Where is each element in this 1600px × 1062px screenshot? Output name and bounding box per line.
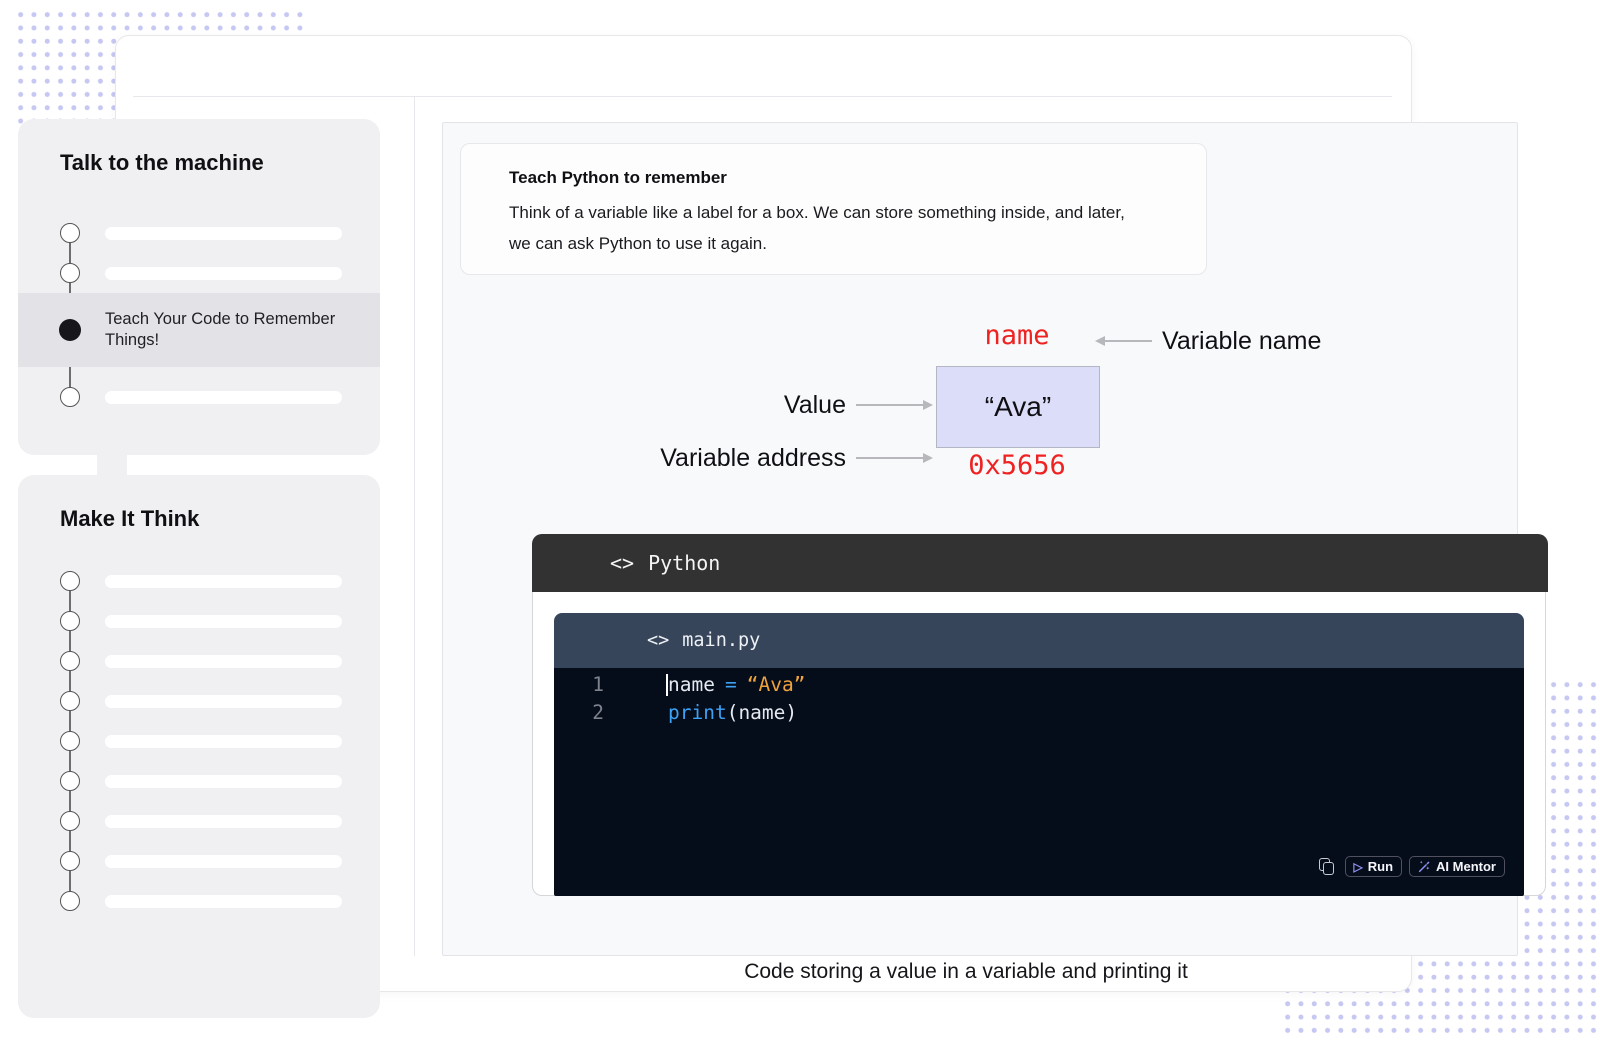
code-text: name = “Ava” [604, 671, 805, 699]
stepper-item-label: Teach Your Code to Remember Things! [105, 309, 350, 351]
sidebar-section-title: Make It Think [60, 506, 199, 532]
run-button-label: Run [1368, 859, 1393, 874]
step-circle-icon [60, 891, 80, 911]
stepper-placeholder-pill [105, 895, 342, 908]
stepper-placeholder-pill [105, 695, 342, 708]
ai-mentor-button-label: AI Mentor [1436, 859, 1496, 874]
copy-icon[interactable] [1319, 858, 1335, 876]
ai-mentor-button[interactable]: AI Mentor [1409, 856, 1505, 877]
step-circle-filled-icon [59, 319, 81, 341]
stepper-placeholder-pill [105, 267, 342, 280]
stepper-item[interactable] [18, 641, 380, 681]
stepper-placeholder-pill [105, 735, 342, 748]
play-icon: ▷ [1354, 861, 1363, 873]
stepper [18, 561, 380, 921]
token-string: “Ava” [747, 673, 806, 696]
step-circle-icon [60, 731, 80, 751]
lesson-card: Teach Python to remember Think of a vari… [460, 143, 1207, 275]
editor-file-name: main.py [682, 630, 760, 651]
step-circle-icon [60, 851, 80, 871]
step-circle-icon [60, 771, 80, 791]
stepper-item[interactable] [18, 761, 380, 801]
stepper-placeholder-pill [105, 575, 342, 588]
stepper-placeholder-pill [105, 855, 342, 868]
step-circle-icon [60, 263, 80, 283]
variable-address-label: Variable address [660, 444, 846, 473]
value-label: Value [784, 391, 846, 420]
stepper-item-active[interactable]: Teach Your Code to Remember Things! [18, 293, 380, 367]
stepper-item[interactable] [18, 377, 380, 417]
sidebar-section-talk-to-the-machine: Talk to the machine Teach Your Code to R… [18, 119, 380, 455]
step-circle-icon [60, 611, 80, 631]
token-arguments: (name) [727, 701, 797, 724]
sidebar-card-connector [97, 450, 127, 478]
editor-actions: ▷ Run AI Mentor [1319, 856, 1505, 877]
lesson-card-title: Teach Python to remember [509, 168, 1158, 188]
stepper-item[interactable] [18, 841, 380, 881]
lesson-card-body-line2: we can ask Python to use it again. [509, 228, 1158, 259]
line-number: 2 [554, 699, 604, 727]
stepper-item[interactable] [18, 253, 380, 293]
variable-address-text: 0x5656 [927, 450, 1107, 481]
variable-name-label: Variable name [1162, 327, 1321, 356]
figure-caption: Code storing a value in a variable and p… [414, 960, 1518, 984]
stepper-placeholder-pill [105, 655, 342, 668]
page: Teach Python to remember Think of a vari… [0, 0, 1600, 1062]
line-number: 1 [554, 671, 604, 699]
code-line: 2 print(name) [554, 699, 1524, 727]
variable-value-box: “Ava” [936, 366, 1100, 448]
step-circle-icon [60, 811, 80, 831]
stepper-placeholder-pill [105, 815, 342, 828]
code-text: print(name) [604, 699, 797, 727]
token-operator: = [725, 673, 737, 696]
stepper-item[interactable] [18, 213, 380, 253]
code-brackets-icon: <> [610, 551, 634, 575]
code-area[interactable]: 1 name = “Ava” 2 print(name) ▷ Run [554, 668, 1524, 896]
step-circle-icon [60, 571, 80, 591]
text-caret [666, 674, 668, 696]
window-header-divider [133, 96, 1392, 97]
code-brackets-icon: <> [647, 630, 669, 651]
stepper-placeholder-pill [105, 775, 342, 788]
step-circle-icon [60, 651, 80, 671]
sidebar-section-title: Talk to the machine [60, 150, 264, 176]
lesson-card-body-line1: Think of a variable like a label for a b… [509, 197, 1158, 228]
step-circle-icon [60, 223, 80, 243]
code-editor-card: <> Python <> main.py 1 name = “Ava” 2 prin… [532, 534, 1546, 896]
wand-icon [1418, 860, 1431, 873]
stepper-placeholder-pill [105, 615, 342, 628]
stepper-item[interactable] [18, 881, 380, 921]
value-arrow-icon [856, 404, 924, 406]
variable-name-arrow-icon [1104, 340, 1152, 342]
stepper-item[interactable] [18, 681, 380, 721]
address-arrow-icon [856, 457, 924, 459]
stepper-placeholder-pill [105, 227, 342, 240]
stepper-item[interactable] [18, 561, 380, 601]
sidebar-section-make-it-think: Make It Think [18, 475, 380, 1018]
stepper: Teach Your Code to Remember Things! [18, 213, 380, 417]
step-circle-icon [60, 387, 80, 407]
variable-name-text: name [927, 320, 1107, 351]
content-vertical-divider [414, 96, 415, 956]
variable-value-text: “Ava” [985, 391, 1051, 423]
stepper-item[interactable] [18, 721, 380, 761]
run-button[interactable]: ▷ Run [1345, 856, 1403, 877]
stepper-placeholder-pill [105, 391, 342, 404]
stepper-item[interactable] [18, 801, 380, 841]
editor-file-tab[interactable]: <> main.py [554, 613, 1524, 668]
token-variable: name [668, 673, 715, 696]
code-line: 1 name = “Ava” [554, 671, 1524, 699]
step-circle-icon [60, 691, 80, 711]
code-editor-language-title: Python [648, 551, 720, 575]
code-editor-header: <> Python [532, 534, 1548, 592]
stepper-item[interactable] [18, 601, 380, 641]
token-function: print [668, 701, 727, 724]
editor-pane: <> main.py 1 name = “Ava” 2 print(name) ▷ … [554, 613, 1524, 896]
